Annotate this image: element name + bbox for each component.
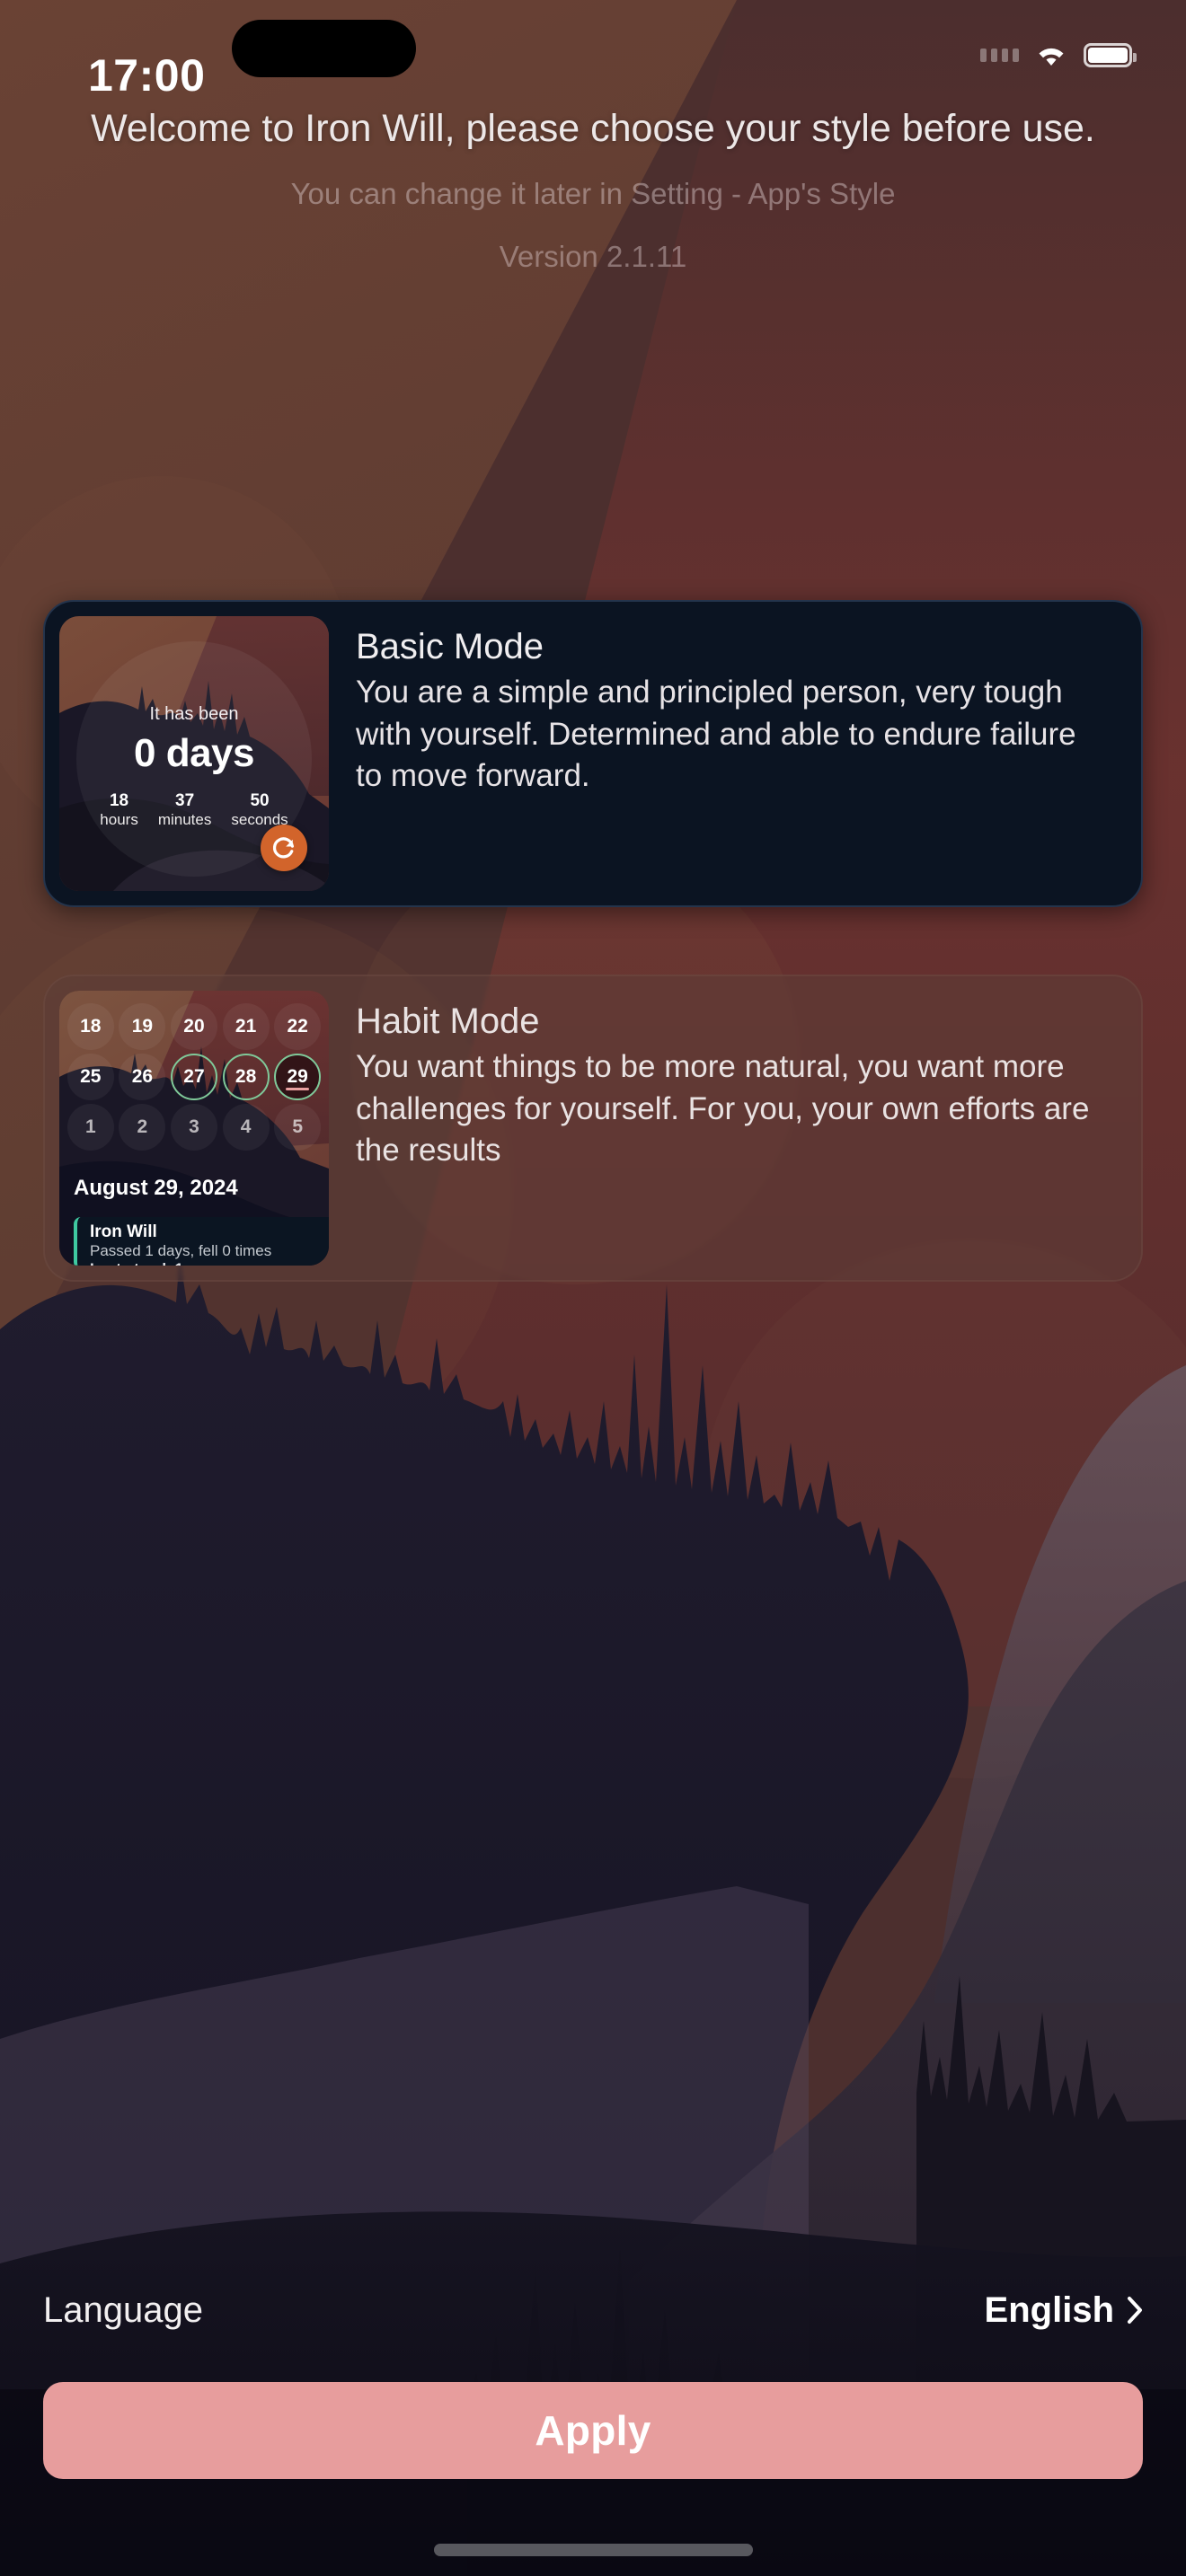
header-subtitle: You can change it later in Setting - App…: [290, 177, 896, 211]
language-value: English: [984, 2289, 1114, 2330]
mode-card-habit[interactable]: 18 19 20 21 22 25 26 27 28 29 1 2 3 4 5 …: [43, 975, 1143, 1282]
app-version: Version 2.1.11: [499, 239, 687, 273]
time-unit-minutes: 37 minutes: [157, 791, 212, 829]
calendar-grid: 18 19 20 21 22 25 26 27 28 29 1 2 3 4 5: [59, 1003, 329, 1154]
basic-mode-preview: It has been 0 days 18 hours 37 minutes 5…: [59, 616, 329, 891]
calendar-day[interactable]: 22: [274, 1003, 322, 1050]
status-bar: 17:00: [0, 0, 1186, 135]
calendar-row: 18 19 20 21 22: [59, 1003, 329, 1050]
calendar-day[interactable]: 5: [274, 1104, 322, 1151]
calendar-day[interactable]: 1: [66, 1104, 114, 1151]
calendar-day[interactable]: 25: [66, 1054, 114, 1100]
calendar-day-today-label: 29: [287, 1066, 308, 1087]
calendar-row: 1 2 3 4 5: [59, 1104, 329, 1151]
language-row[interactable]: Language English: [0, 2269, 1186, 2351]
mode-card-basic[interactable]: It has been 0 days 18 hours 37 minutes 5…: [43, 600, 1143, 907]
minutes-label: minutes: [157, 810, 212, 828]
has-been-label: It has been: [149, 704, 239, 724]
language-label: Language: [43, 2289, 203, 2330]
apply-button[interactable]: Apply: [43, 2382, 1143, 2479]
calendar-day[interactable]: 21: [222, 1003, 270, 1050]
mode-card-list: It has been 0 days 18 hours 37 minutes 5…: [0, 600, 1186, 1349]
calendar-day-today[interactable]: 29: [274, 1054, 322, 1100]
chevron-right-icon: [1128, 2297, 1142, 2324]
signal-dots-icon: [980, 48, 1019, 62]
calendar-day[interactable]: 26: [119, 1054, 166, 1100]
hours-value: 18: [109, 791, 129, 810]
habit-entry-card[interactable]: Iron Will Passed 1 days, fell 0 times La…: [74, 1217, 329, 1266]
calendar-day-completed[interactable]: 28: [222, 1054, 270, 1100]
home-indicator[interactable]: [433, 2544, 753, 2556]
dynamic-island: [232, 20, 416, 77]
hours-label: hours: [100, 810, 138, 828]
basic-mode-description: You are a simple and principled person, …: [356, 675, 1076, 794]
habit-mode-title: Habit Mode: [356, 1001, 540, 1041]
status-bar-icons: [980, 41, 1137, 68]
seconds-value: 50: [250, 791, 270, 810]
status-bar-time: 17:00: [88, 50, 206, 101]
habit-mode-preview: 18 19 20 21 22 25 26 27 28 29 1 2 3 4 5 …: [59, 991, 329, 1266]
language-selector[interactable]: English: [985, 2290, 1143, 2331]
habit-stats: Passed 1 days, fell 0 times: [90, 1241, 272, 1259]
minutes-value: 37: [175, 791, 195, 810]
calendar-day[interactable]: 2: [119, 1104, 166, 1151]
calendar-row: 25 26 27 28 29: [59, 1054, 329, 1100]
time-unit-seconds: 50 seconds: [231, 791, 288, 829]
habit-name: Iron Will: [90, 1222, 157, 1241]
bottom-controls: Language English Apply: [0, 2269, 1186, 2576]
basic-mode-title: Basic Mode: [356, 627, 544, 666]
calendar-day[interactable]: 19: [119, 1003, 166, 1050]
calendar-day[interactable]: 18: [66, 1003, 114, 1050]
calendar-day[interactable]: 20: [170, 1003, 217, 1050]
habit-mode-description: You want things to be more natural, you …: [356, 1049, 1090, 1169]
habit-mode-text: Habit Mode You want things to be more na…: [329, 991, 1127, 1266]
habit-streak: Last streak 1: [90, 1260, 329, 1266]
time-unit-hours: 18 hours: [100, 791, 138, 829]
days-count: 0 days: [134, 731, 254, 775]
today-underline: [286, 1088, 310, 1090]
calendar-day[interactable]: 4: [222, 1104, 270, 1151]
calendar-selected-date: August 29, 2024: [74, 1176, 238, 1200]
calendar-day[interactable]: 3: [170, 1104, 217, 1151]
time-units: 18 hours 37 minutes 50 seconds: [59, 791, 329, 829]
refresh-icon: [261, 825, 307, 871]
basic-mode-text: Basic Mode You are a simple and principl…: [329, 616, 1127, 891]
app-screen: 17:00 Welcome to Iron Will, please choos…: [0, 0, 1186, 2576]
calendar-day-completed[interactable]: 27: [170, 1054, 217, 1100]
wifi-icon: [1039, 48, 1064, 66]
battery-icon: [1084, 42, 1137, 67]
